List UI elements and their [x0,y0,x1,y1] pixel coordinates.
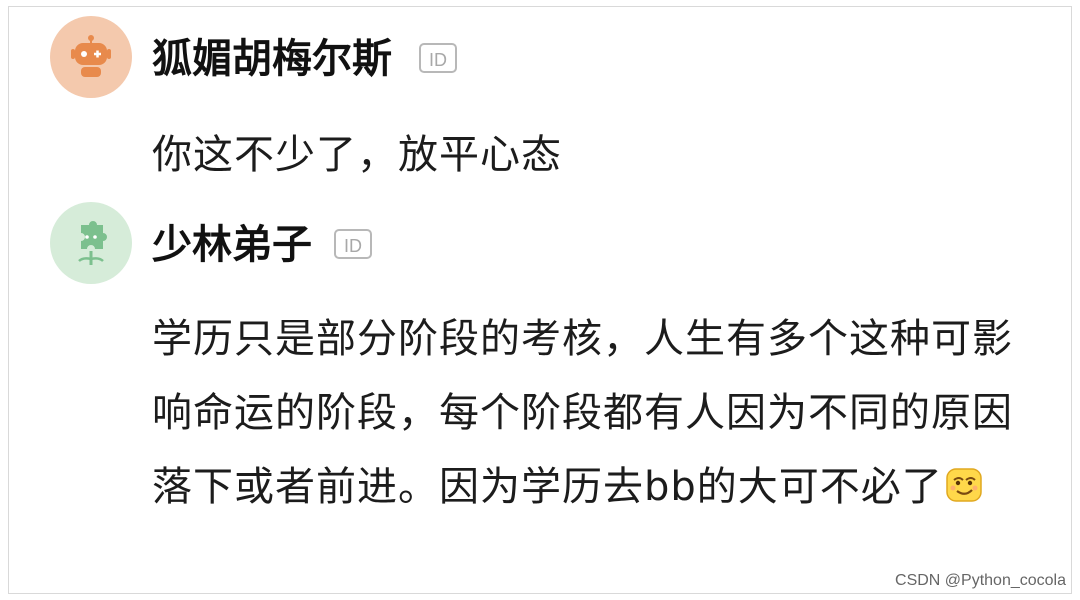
comment-text: 你这不少了，放平心态 [152,132,562,178]
id-badge: ID [334,229,372,259]
watermark: CSDN @Python_cocola [895,572,1066,589]
avatar[interactable] [50,16,132,98]
comment-text-content: 学历只是部分阶段的考核，人生有多个这种可影响命运的阶段，每个阶段都有人因为不同的… [152,316,1013,510]
username[interactable]: 少林弟子 [152,222,312,268]
smirk-face-emoji [946,468,982,502]
comment-text: 学历只是部分阶段的考核，人生有多个这种可影响命运的阶段，每个阶段都有人因为不同的… [152,302,1022,524]
avatar[interactable] [50,202,132,284]
id-badge: ID [419,43,457,73]
puzzle-plant-avatar-icon [78,221,107,265]
username[interactable]: 狐媚胡梅尔斯 [152,36,392,82]
robot-avatar-icon [71,35,111,77]
